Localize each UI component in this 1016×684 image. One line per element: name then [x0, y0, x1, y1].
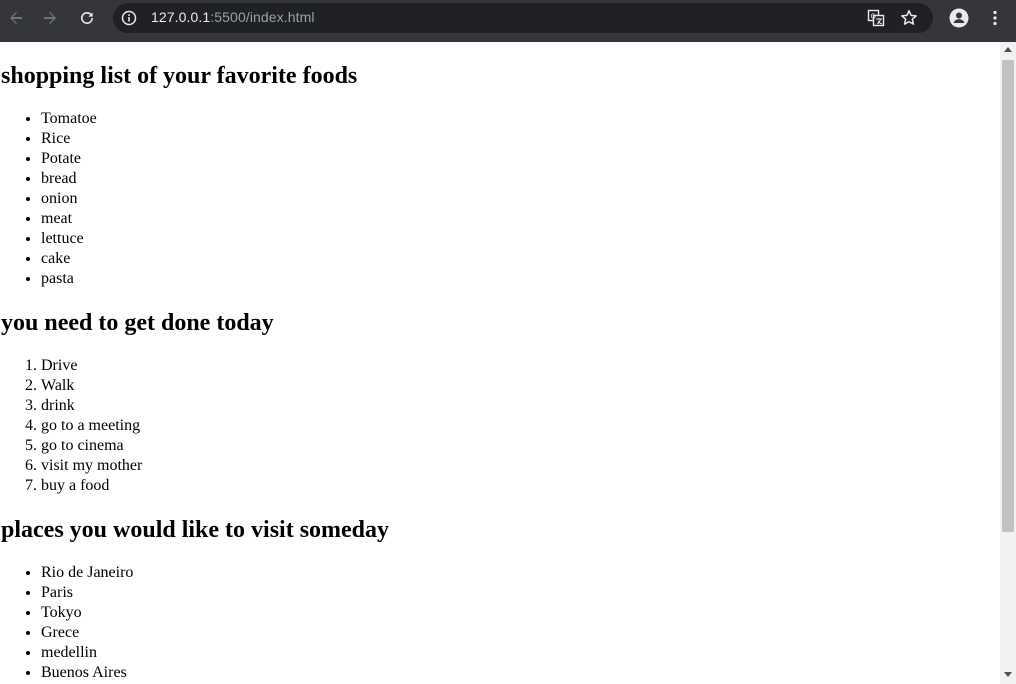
- list-item: Rice: [41, 129, 1000, 149]
- scrollbar-thumb[interactable]: [1002, 60, 1014, 532]
- list-item: Tomatoe: [41, 109, 1000, 129]
- more-vert-icon: [993, 10, 997, 26]
- arrow-left-icon: [10, 12, 22, 24]
- address-bar[interactable]: 127.0.0.1:5500/index.html G: [113, 3, 933, 33]
- url-text[interactable]: 127.0.0.1:5500/index.html: [151, 9, 315, 25]
- list-item: Potate: [41, 149, 1000, 169]
- back-button[interactable]: [4, 6, 28, 30]
- list-item: Paris: [41, 583, 1000, 603]
- list-item: go to cinema: [41, 436, 1000, 456]
- list-item: drink: [41, 396, 1000, 416]
- section-heading: shopping list of your favorite foods: [1, 63, 358, 89]
- arrow-right-icon: [44, 12, 56, 24]
- list-item: visit my mother: [41, 456, 1000, 476]
- section-heading: places you would like to visit someday: [1, 517, 390, 543]
- url-host: 127.0.0.1: [151, 9, 211, 25]
- reload-icon: [81, 11, 93, 24]
- list-item: bread: [41, 169, 1000, 189]
- list-item: Tokyo: [41, 603, 1000, 623]
- list-item: medellin: [41, 643, 1000, 663]
- todo-list: Drive Walk drink go to a meeting go to c…: [1, 356, 1000, 496]
- svg-text:G: G: [871, 13, 876, 21]
- list-item: meat: [41, 209, 1000, 229]
- list-item: onion: [41, 189, 1000, 209]
- list-item: go to a meeting: [41, 416, 1000, 436]
- scroll-down-icon[interactable]: [1004, 672, 1012, 677]
- profile-button[interactable]: [947, 6, 971, 30]
- scroll-up-icon[interactable]: [1004, 47, 1012, 52]
- favorite-foods-list: Tomatoe Rice Potate bread onion meat let…: [1, 109, 1000, 289]
- page-viewport: shopping list of your favorite foods Tom…: [0, 42, 1000, 684]
- translate-icon[interactable]: G: [864, 6, 888, 30]
- list-item: buy a food: [41, 476, 1000, 496]
- list-item: Drive: [41, 356, 1000, 376]
- browser-toolbar: 127.0.0.1:5500/index.html G: [0, 0, 1016, 36]
- info-icon[interactable]: [121, 10, 137, 26]
- list-item: pasta: [41, 269, 1000, 289]
- list-item: Grece: [41, 623, 1000, 643]
- places-list: Rio de Janeiro Paris Tokyo Grece medelli…: [1, 563, 1000, 683]
- reload-button[interactable]: [75, 6, 99, 30]
- profile-icon: [949, 8, 969, 28]
- page-content: shopping list of your favorite foods Tom…: [0, 62, 1000, 683]
- list-item: Rio de Janeiro: [41, 563, 1000, 583]
- list-item: cake: [41, 249, 1000, 269]
- url-path: :5500/index.html: [210, 9, 315, 25]
- list-item: lettuce: [41, 229, 1000, 249]
- vertical-scrollbar[interactable]: [1000, 42, 1016, 684]
- menu-button[interactable]: [983, 6, 1007, 30]
- star-icon[interactable]: [897, 6, 921, 30]
- section-heading: you need to get done today: [1, 310, 274, 336]
- list-item: Buenos Aires: [41, 663, 1000, 683]
- list-item: Walk: [41, 376, 1000, 396]
- forward-button[interactable]: [38, 6, 62, 30]
